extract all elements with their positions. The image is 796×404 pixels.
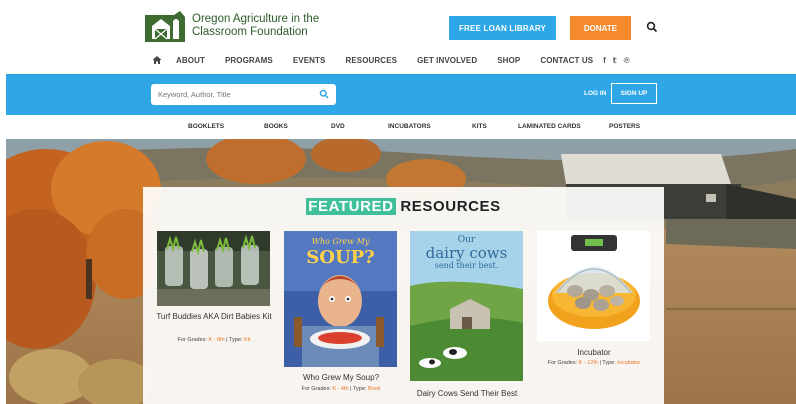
featured-heading: FEATURED RESOURCES bbox=[143, 198, 664, 215]
search-icon[interactable] bbox=[319, 89, 329, 99]
resource-meta: For Grades: K - 12th | Type: Incubator bbox=[536, 360, 652, 366]
twitter-icon[interactable]: 𝕥 bbox=[613, 56, 617, 65]
featured-resources-panel: FEATURED RESOURCES Turf Buddies AKA Dirt… bbox=[143, 187, 664, 404]
featured-highlight: FEATURED bbox=[306, 198, 396, 215]
brand-line-1: Oregon Agriculture in the bbox=[192, 13, 320, 25]
resource-meta: For Grades: K - 4th | Type: Book bbox=[283, 386, 399, 392]
social-links: f 𝕥 ℗ bbox=[603, 56, 629, 65]
resource-title[interactable]: Dairy Cows Send Their Best bbox=[409, 389, 525, 399]
category-laminated-cards[interactable]: LAMINATED CARDS bbox=[518, 123, 581, 130]
category-booklets[interactable]: BOOKLETS bbox=[188, 123, 224, 130]
nav-shop[interactable]: SHOP bbox=[497, 56, 520, 65]
barn-logo-icon bbox=[145, 11, 185, 42]
login-link[interactable]: LOG IN bbox=[584, 90, 606, 97]
incubator-photo bbox=[548, 235, 640, 329]
type-label: | Type: bbox=[226, 337, 243, 343]
turf-buddies-image[interactable] bbox=[157, 231, 270, 306]
site-header: Oregon Agriculture in the Classroom Foun… bbox=[0, 0, 796, 74]
signup-button[interactable]: SIGN UP bbox=[611, 83, 657, 104]
search-bar: LOG IN SIGN UP bbox=[6, 74, 796, 115]
cover-title-line-2: dairy cows bbox=[425, 244, 508, 262]
featured-heading-rest: RESOURCES bbox=[395, 198, 501, 215]
brand-line-2: Classroom Foundation bbox=[192, 26, 308, 38]
category-posters[interactable]: POSTERS bbox=[609, 123, 640, 130]
grades-label: For Grades: bbox=[301, 386, 331, 392]
grades-value: K - 12th bbox=[578, 360, 598, 366]
category-books[interactable]: BOOKS bbox=[264, 123, 288, 130]
nav-get-involved[interactable]: GET INVOLVED bbox=[417, 56, 477, 65]
search-input[interactable] bbox=[151, 84, 311, 105]
grades-value: K - 8th bbox=[208, 337, 225, 343]
resource-card[interactable]: Incubator For Grades: K - 12th | Type: I… bbox=[536, 231, 652, 401]
site-logo[interactable]: Oregon Agriculture in the Classroom Foun… bbox=[144, 9, 319, 43]
category-dvd[interactable]: DVD bbox=[331, 123, 345, 130]
resource-title[interactable]: Who Grew My Soup? bbox=[283, 373, 399, 383]
nav-contact-us[interactable]: CONTACT US bbox=[540, 56, 593, 65]
type-value: Incubator bbox=[617, 360, 641, 366]
category-nav: BOOKLETS BOOKS DVD INCUBATORS KITS LAMIN… bbox=[6, 115, 796, 139]
category-incubators[interactable]: INCUBATORS bbox=[388, 123, 431, 130]
home-icon[interactable] bbox=[152, 55, 162, 65]
resource-search bbox=[151, 84, 336, 105]
who-grew-my-soup-cover[interactable]: Who Grew My SOUP? bbox=[284, 231, 397, 367]
cover-title-line-2: SOUP? bbox=[306, 247, 375, 268]
category-kits[interactable]: KITS bbox=[472, 123, 487, 130]
resource-title[interactable]: Incubator bbox=[536, 348, 652, 358]
turf-buddies-photo bbox=[157, 231, 270, 306]
pinterest-icon[interactable]: ℗ bbox=[624, 56, 630, 65]
donate-button[interactable]: DONATE bbox=[570, 16, 631, 40]
nav-events[interactable]: EVENTS bbox=[293, 56, 326, 65]
resource-title[interactable]: Turf Buddies AKA Dirt Babies Kit bbox=[156, 312, 272, 322]
cover-title-line-1: Who Grew My bbox=[311, 237, 370, 246]
grades-label: For Grades: bbox=[177, 337, 207, 343]
main-nav: ABOUT PROGRAMS EVENTS RESOURCES GET INVO… bbox=[152, 55, 629, 65]
resource-card[interactable]: Our dairy cows send their best. Dairy Co… bbox=[409, 231, 525, 403]
resource-card[interactable]: Turf Buddies AKA Dirt Babies Kit For Gra… bbox=[156, 231, 272, 401]
search-icon[interactable] bbox=[646, 21, 658, 33]
cover-title-line-3: send their best. bbox=[434, 261, 499, 270]
nav-about[interactable]: ABOUT bbox=[176, 56, 205, 65]
type-label: | Type: bbox=[350, 386, 367, 392]
nav-resources[interactable]: RESOURCES bbox=[345, 56, 397, 65]
resource-card[interactable]: Who Grew My SOUP? Who Grew My Soup? For … bbox=[283, 231, 399, 401]
type-label: | Type: bbox=[599, 360, 616, 366]
free-loan-library-button[interactable]: FREE LOAN LIBRARY bbox=[449, 16, 556, 40]
type-value: Kit bbox=[244, 337, 251, 343]
type-value: Book bbox=[367, 386, 381, 392]
resource-meta: For Grades: K - 8th | Type: Kit bbox=[156, 337, 272, 343]
incubator-image[interactable] bbox=[537, 231, 650, 341]
grades-value: K - 4th bbox=[332, 386, 349, 392]
grades-label: For Grades: bbox=[547, 360, 578, 366]
facebook-icon[interactable]: f bbox=[603, 56, 606, 65]
nav-programs[interactable]: PROGRAMS bbox=[225, 56, 273, 65]
dairy-cows-cover[interactable]: Our dairy cows send their best. bbox=[410, 231, 523, 381]
